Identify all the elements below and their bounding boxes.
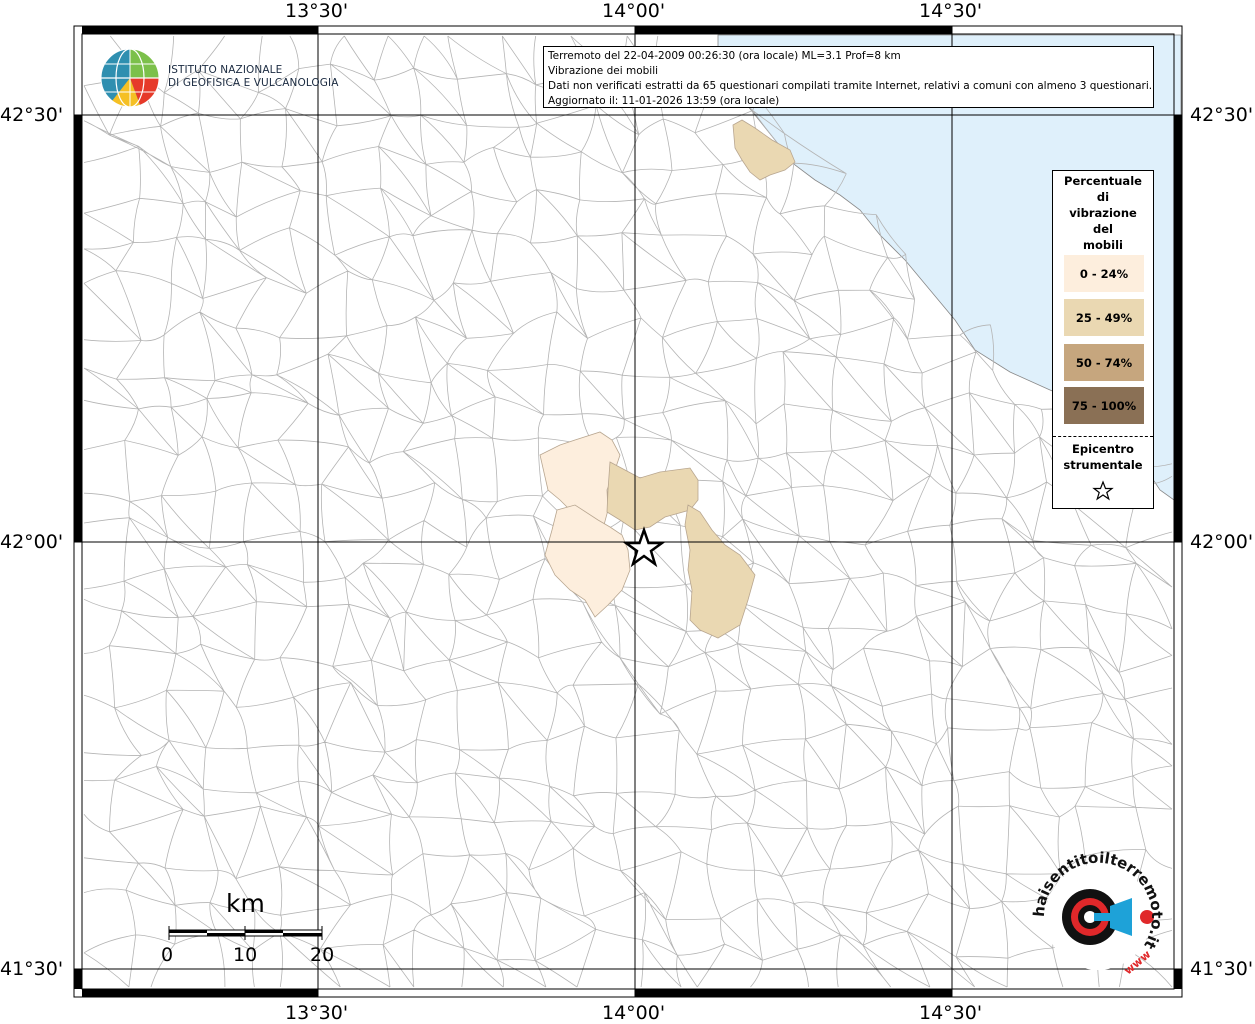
ingv-logo-line1: ISTITUTO NAZIONALE <box>168 64 283 76</box>
scale-tick-0: 0 <box>161 944 174 966</box>
scale-tick-10: 10 <box>233 944 258 966</box>
brand-logo-label: haisentitoilterremoto.it <box>1030 849 1166 953</box>
legend-epicenter-label: Epicentro strumentale <box>1063 442 1143 472</box>
lon-label-top-2: 14°00' <box>602 0 666 22</box>
svg-text:haisentitoilterremoto.it: haisentitoilterremoto.it <box>1030 849 1166 953</box>
scale-unit: km <box>226 889 265 918</box>
lon-label-bottom-1: 13°30' <box>285 1002 349 1024</box>
scale-tick-20: 20 <box>310 944 335 966</box>
ingv-logo-text: ISTITUTO NAZIONALE DI GEOFISICA E VULCAN… <box>168 64 339 90</box>
lon-label-bottom-2: 14°00' <box>602 1002 666 1024</box>
lon-label-bottom-3: 14°30' <box>919 1002 983 1024</box>
info-line-event: Terremoto del 22-04-2009 00:26:30 (ora l… <box>548 50 901 62</box>
legend-class-25-49: 25 - 49% <box>1064 299 1144 336</box>
brand-logo-www: www <box>1122 948 1154 978</box>
ingv-logo-line2: DI GEOFISICA E VULCANOLOGIA <box>168 77 339 89</box>
earthquake-info-box: Terremoto del 22-04-2009 00:26:30 (ora l… <box>543 46 1154 108</box>
legend-class-75-100: 75 - 100% <box>1064 387 1144 424</box>
lon-label-top-1: 13°30' <box>285 0 349 22</box>
lat-label-right-3: 41°30' <box>1190 958 1254 980</box>
legend-star-icon <box>1092 480 1114 501</box>
lat-label-left-3: 41°30' <box>0 958 64 980</box>
info-line-data-note: Dati non verificati estratti da 65 quest… <box>548 80 1153 92</box>
lat-label-left-1: 42°30' <box>0 104 64 126</box>
info-line-parameter: Vibrazione dei mobili <box>548 65 659 77</box>
legend-class-50-74: 50 - 74% <box>1064 344 1144 381</box>
info-line-updated: Aggiornato il: 11-01-2026 13:59 (ora loc… <box>548 95 780 107</box>
legend-class-0-24: 0 - 24% <box>1064 255 1144 292</box>
lat-label-right-2: 42°00' <box>1190 531 1254 553</box>
lat-label-left-2: 42°00' <box>0 531 64 553</box>
lat-label-right-1: 42°30' <box>1190 104 1254 126</box>
lon-label-top-3: 14°30' <box>919 0 983 22</box>
legend-title: Percentuale di vibrazione del mobili <box>1064 174 1142 252</box>
brand-logo-text: haisentitoilterremoto.it www <box>1030 849 1166 978</box>
legend: Percentuale di vibrazione del mobili 0 -… <box>1052 170 1154 509</box>
legend-separator <box>1053 436 1153 437</box>
